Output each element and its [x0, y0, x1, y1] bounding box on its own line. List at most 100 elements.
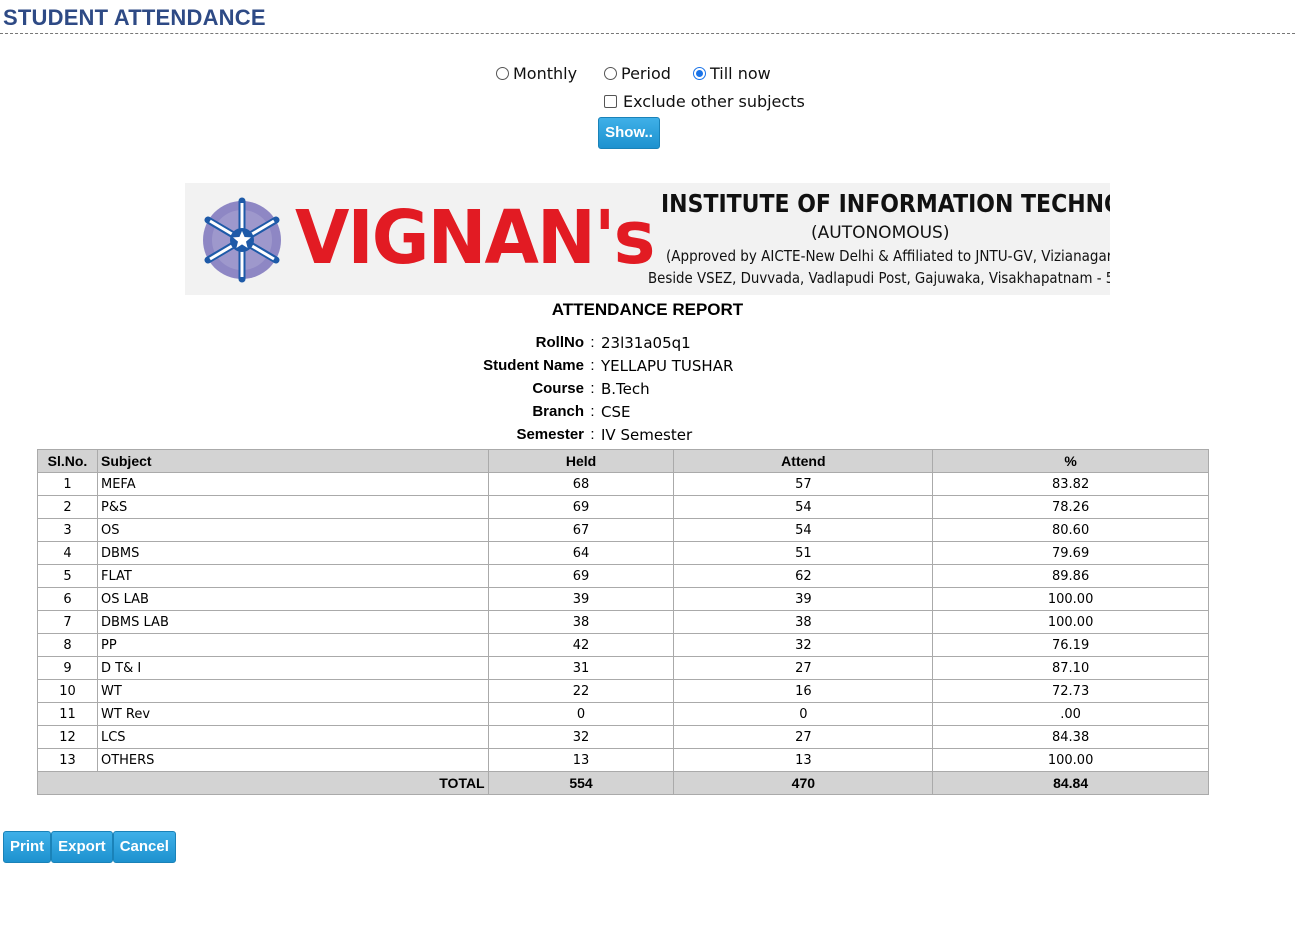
cell-subject: OS — [96, 518, 489, 542]
cell-held: 69 — [487, 495, 675, 519]
institute-logo-icon — [203, 197, 281, 283]
info-separator: : — [590, 380, 595, 397]
table-row: 11 WT Rev 0 0.00 — [37, 702, 1209, 726]
cell-subject: FLAT — [96, 564, 489, 588]
cell-slno: 7 — [37, 610, 98, 634]
radio-monthly-label: Monthly — [513, 64, 578, 83]
cell-attend: 54 — [673, 518, 934, 542]
exclude-checkbox-label: Exclude other subjects — [623, 92, 805, 111]
cell-slno: 8 — [37, 633, 98, 657]
cell-percent: 79.69 — [932, 541, 1209, 565]
report-title: ATTENDANCE REPORT — [551, 300, 744, 319]
info-row-branch: Branch : CSE — [400, 400, 900, 423]
print-button[interactable]: Print — [3, 831, 52, 863]
cell-slno: 2 — [37, 495, 98, 519]
branch-value: CSE — [601, 402, 631, 421]
student-name-value: YELLAPU TUSHAR — [601, 356, 734, 375]
cell-subject: MEFA — [96, 472, 489, 496]
course-value: B.Tech — [601, 379, 650, 398]
table-row: 2 P&S 69 54 78.26 — [37, 495, 1209, 519]
rollno-label: RollNo — [535, 334, 584, 351]
cell-subject: LCS — [96, 725, 489, 749]
title-divider — [0, 33, 1295, 34]
cell-slno: 11 — [37, 702, 98, 726]
exclude-other-subjects-checkbox[interactable]: Exclude other subjects — [604, 92, 805, 111]
total-row: TOTAL 554 470 84.84 — [37, 771, 1209, 795]
total-attend: 470 — [673, 771, 934, 795]
cell-slno: 10 — [37, 679, 98, 703]
table-row: 13 OTHERS 13 13 100.00 — [37, 748, 1209, 772]
student-info: RollNo : 23l31a05q1 Student Name : YELLA… — [400, 331, 900, 446]
cell-held: 68 — [487, 472, 675, 496]
export-button[interactable]: Export — [51, 831, 113, 863]
cell-attend: 13 — [673, 748, 934, 772]
radio-till-now-circle[interactable] — [693, 67, 706, 80]
cell-held: 69 — [487, 564, 675, 588]
cell-percent: 80.60 — [932, 518, 1209, 542]
cell-held: 13 — [487, 748, 675, 772]
cell-percent: 78.26 — [932, 495, 1209, 519]
col-header-subject: Subject — [96, 449, 489, 473]
cell-slno: 12 — [37, 725, 98, 749]
course-label: Course — [532, 380, 584, 397]
table-row: 10 WT 22 16 72.73 — [37, 679, 1209, 703]
cell-subject: WT Rev — [96, 702, 489, 726]
cancel-button[interactable]: Cancel — [112, 831, 176, 863]
radio-till-now[interactable]: Till now — [693, 64, 771, 83]
semester-label: Semester — [516, 426, 584, 443]
total-percent: 84.84 — [932, 771, 1209, 795]
radio-till-now-label: Till now — [710, 64, 771, 83]
table-row: 5 FLAT 69 62 89.86 — [37, 564, 1209, 588]
col-header-attend: Attend — [673, 449, 934, 473]
table-row: 4 DBMS 64 51 79.69 — [37, 541, 1209, 565]
cell-slno: 6 — [37, 587, 98, 611]
show-button[interactable]: Show.. — [598, 117, 660, 149]
institute-title: INSTITUTE OF INFORMATION TECHNOLOGY — [661, 189, 1110, 218]
student-name-label: Student Name — [483, 357, 584, 374]
cell-held: 64 — [487, 541, 675, 565]
institute-autonomous: (AUTONOMOUS) — [811, 223, 950, 243]
cell-percent: 76.19 — [932, 633, 1209, 657]
cell-percent: 100.00 — [932, 610, 1209, 634]
cell-subject: OTHERS — [96, 748, 489, 772]
col-header-percent: % — [932, 449, 1209, 473]
cell-slno: 3 — [37, 518, 98, 542]
radio-monthly-circle[interactable] — [496, 67, 509, 80]
cell-slno: 9 — [37, 656, 98, 680]
table-row: 8 PP 42 32 76.19 — [37, 633, 1209, 657]
cell-attend: 39 — [673, 587, 934, 611]
info-separator: : — [590, 403, 595, 420]
table-row: 9D T& I 31 27 87.10 — [37, 656, 1209, 680]
exclude-checkbox-box[interactable] — [604, 95, 617, 108]
radio-monthly[interactable]: Monthly — [496, 64, 577, 83]
branch-label: Branch — [532, 403, 584, 420]
radio-period-label: Period — [621, 64, 671, 83]
cell-held: 22 — [487, 679, 675, 703]
cell-percent: 84.38 — [932, 725, 1209, 749]
info-row-semester: Semester : IV Semester — [400, 423, 900, 446]
cell-percent: 100.00 — [932, 748, 1209, 772]
cell-slno: 1 — [37, 472, 98, 496]
radio-period[interactable]: Period — [604, 64, 671, 83]
info-separator: : — [590, 357, 595, 374]
info-row-student-name: Student Name : YELLAPU TUSHAR — [400, 354, 900, 377]
total-label: TOTAL — [37, 771, 489, 795]
radio-period-circle[interactable] — [604, 67, 617, 80]
cell-subject: OS LAB — [96, 587, 489, 611]
attendance-table: Sl.No. Subject Held Attend % 1 MEFA 68 57 8 3… — [37, 449, 1209, 795]
institute-name: VIGNAN's — [295, 195, 655, 281]
cell-held: 0 — [487, 702, 675, 726]
cell-attend: 57 — [673, 472, 934, 496]
semester-value: IV Semester — [601, 425, 693, 444]
cell-attend: 32 — [673, 633, 934, 657]
cell-held: 39 — [487, 587, 675, 611]
cell-attend: 16 — [673, 679, 934, 703]
cell-attend: 0 — [673, 702, 934, 726]
cell-held: 67 — [487, 518, 675, 542]
cell-slno: 4 — [37, 541, 98, 565]
cell-held: 38 — [487, 610, 675, 634]
cell-subject: P&S — [96, 495, 489, 519]
cell-percent: 100.00 — [932, 587, 1209, 611]
table-header-row: Sl.No. Subject Held Attend % — [37, 449, 1209, 473]
cell-subject: D T& I — [96, 656, 489, 680]
